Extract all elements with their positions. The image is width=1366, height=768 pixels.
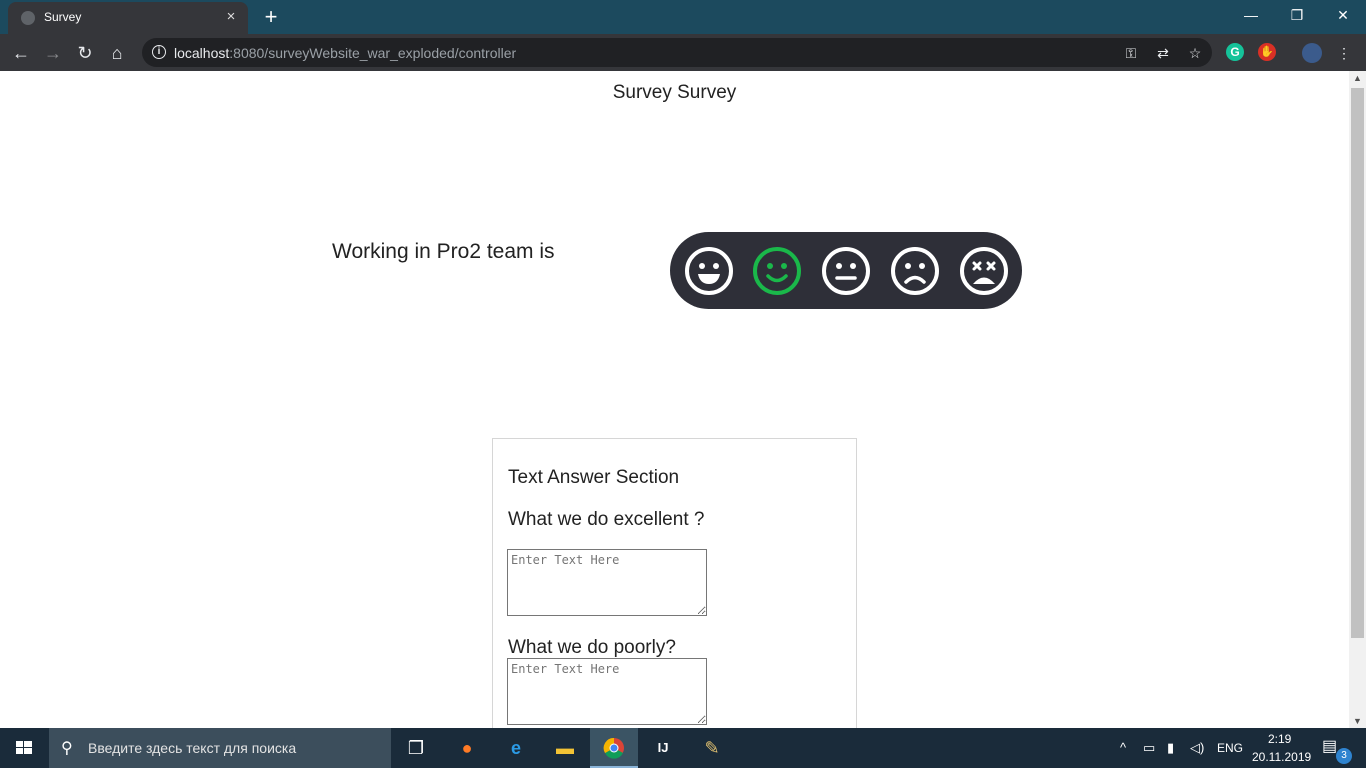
firefox-icon[interactable]: ● (443, 728, 491, 768)
very-sad-face-icon[interactable] (958, 245, 1010, 297)
clock-time[interactable]: 2:19 (1268, 732, 1291, 746)
home-icon[interactable]: ⌂ (104, 40, 130, 66)
menu-icon[interactable]: ⋮ (1334, 43, 1354, 63)
excellent-answer-field[interactable] (507, 549, 707, 616)
poorly-answer-field[interactable] (507, 658, 707, 725)
text-answer-section: Text Answer Section What we do excellent… (492, 438, 857, 738)
tab-survey[interactable]: Survey × (8, 2, 248, 34)
language-indicator[interactable]: ENG (1217, 741, 1243, 755)
happy-face-icon[interactable] (751, 245, 803, 297)
tray-expand-icon[interactable]: ^ (1120, 740, 1126, 755)
star-icon[interactable]: ☆ (1185, 43, 1205, 63)
search-icon: ⚲ (61, 740, 73, 757)
page-title: Survey Survey (612, 82, 737, 103)
question-poorly-label: What we do poorly? (508, 637, 676, 658)
network-icon[interactable]: ▭ (1143, 740, 1155, 756)
intellij-icon[interactable]: IJ (639, 728, 687, 768)
chrome-icon[interactable] (590, 728, 638, 768)
paint-icon[interactable]: ✎ (688, 728, 736, 768)
site-info-icon[interactable]: i (152, 45, 166, 59)
notification-badge: 3 (1336, 748, 1352, 764)
clock-date[interactable]: 20.11.2019 (1252, 750, 1311, 764)
search-placeholder: Введите здесь текст для поиска (88, 740, 297, 756)
windows-taskbar: ⚲ Введите здесь текст для поиска ❐ ● e ▬… (0, 728, 1366, 768)
new-tab-button[interactable]: + (260, 4, 282, 30)
file-explorer-icon[interactable]: ▬ (541, 728, 589, 768)
tab-title: Survey (44, 10, 82, 24)
address-bar[interactable]: i localhost:8080/surveyWebsite_war_explo… (142, 38, 1212, 67)
scroll-up-icon[interactable]: ▲ (1353, 73, 1362, 83)
tab-close-icon[interactable]: × (222, 7, 240, 27)
section-title: Text Answer Section (508, 467, 680, 488)
back-icon[interactable]: ← (8, 40, 34, 66)
question-excellent-label: What we do excellent ? (508, 509, 705, 530)
emoji-rating-bar (670, 232, 1022, 309)
very-happy-face-icon[interactable] (683, 245, 735, 297)
translate-icon[interactable]: ⇄ (1153, 43, 1173, 63)
globe-icon (21, 11, 35, 25)
battery-icon[interactable]: ▮ (1167, 740, 1174, 756)
neutral-face-icon[interactable] (820, 245, 872, 297)
minimize-button[interactable]: — (1228, 0, 1274, 32)
profile-avatar-icon[interactable] (1302, 43, 1322, 63)
taskbar-search[interactable]: ⚲ Введите здесь текст для поиска (49, 728, 391, 768)
page-scrollbar[interactable]: ▲ ▼ (1349, 71, 1366, 728)
volume-icon[interactable]: ◁) (1190, 740, 1204, 756)
browser-toolbar: ← → ↻ ⌂ i localhost:8080/surveyWebsite_w… (0, 34, 1366, 71)
scrollbar-thumb[interactable] (1351, 88, 1364, 638)
notification-center-icon[interactable]: ▤ 3 (1322, 736, 1352, 764)
restore-button[interactable]: ❐ (1274, 0, 1320, 32)
adblock-extension-icon[interactable]: ✋ (1258, 43, 1276, 61)
edge-icon[interactable]: e (492, 728, 540, 768)
url-text[interactable]: localhost:8080/surveyWebsite_war_explode… (174, 45, 516, 61)
close-window-button[interactable]: ✕ (1320, 0, 1366, 32)
task-view-icon[interactable]: ❐ (392, 728, 440, 768)
sad-face-icon[interactable] (889, 245, 941, 297)
scroll-down-icon[interactable]: ▼ (1353, 716, 1362, 726)
key-icon[interactable]: ⚿ (1121, 43, 1141, 63)
browser-tabstrip: Survey × + — ❐ ✕ (0, 0, 1366, 34)
windows-start-icon[interactable] (0, 728, 48, 768)
grammarly-extension-icon[interactable]: G (1226, 43, 1244, 61)
rating-question: Working in Pro2 team is (332, 240, 555, 263)
forward-icon[interactable]: → (40, 40, 66, 66)
reload-icon[interactable]: ↻ (72, 40, 98, 66)
